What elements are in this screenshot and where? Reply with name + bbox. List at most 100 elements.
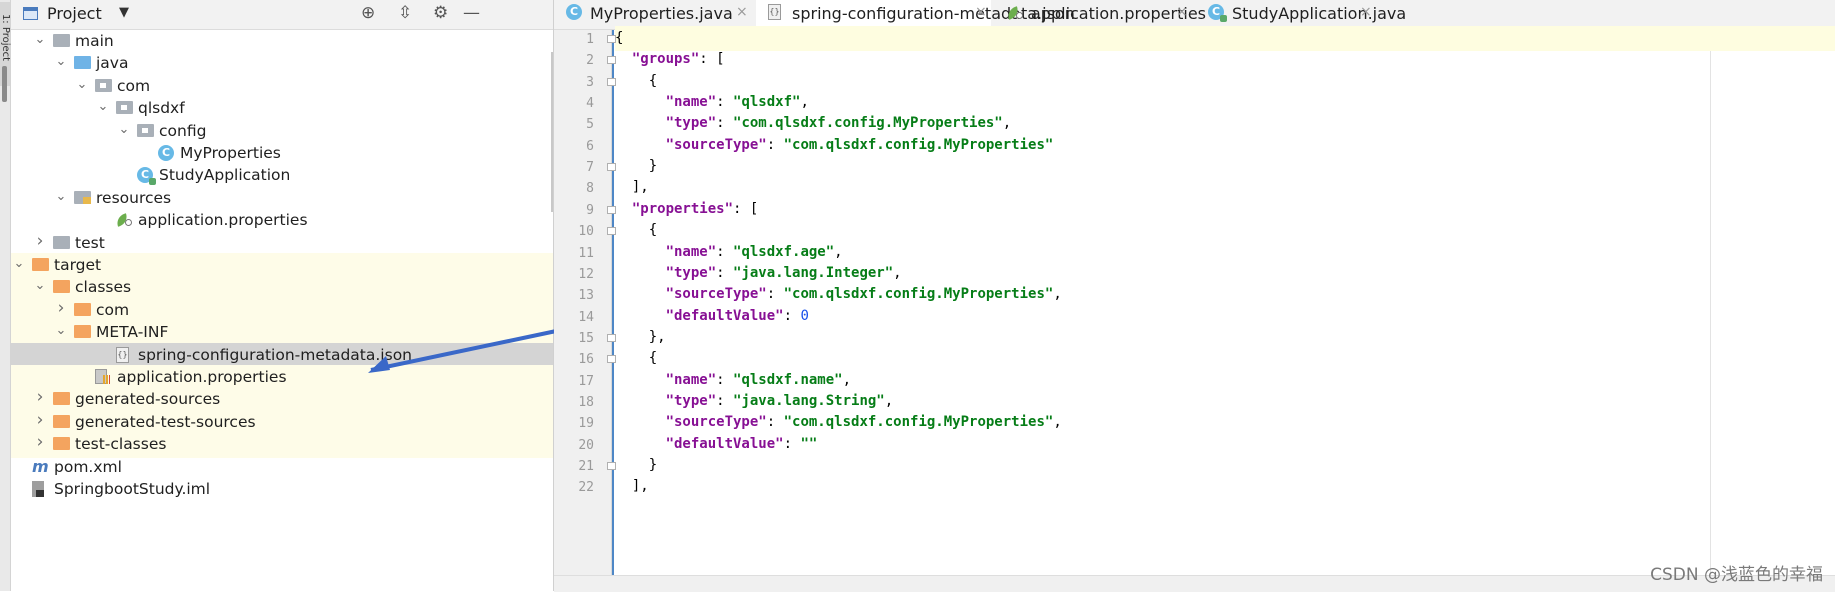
line-number: 11 xyxy=(578,245,594,261)
locate-icon[interactable]: ⊕ xyxy=(361,3,375,23)
chevron-down-icon[interactable]: ▼ xyxy=(119,5,129,20)
properties-file-icon xyxy=(95,369,110,385)
folder-orange-icon xyxy=(74,325,91,339)
fold-marker-icon[interactable] xyxy=(607,35,616,43)
fold-marker-icon[interactable] xyxy=(607,56,616,65)
fold-marker-icon[interactable] xyxy=(607,163,616,172)
close-icon[interactable]: × xyxy=(1360,4,1372,20)
chevron-down-icon[interactable]: ⌄ xyxy=(75,77,89,92)
project-window-icon xyxy=(23,7,38,20)
fold-marker-icon[interactable] xyxy=(607,355,616,364)
line-number: 4 xyxy=(586,96,594,112)
class-icon: C xyxy=(158,145,174,161)
tree-item-label: pom.xml xyxy=(54,457,122,476)
chevron-down-icon[interactable]: ⌄ xyxy=(12,256,26,271)
minimize-icon[interactable]: — xyxy=(463,3,480,23)
tree-item-label: target xyxy=(54,256,102,274)
line-number: 1 xyxy=(586,32,594,47)
tree-item-label: test-classes xyxy=(75,435,167,454)
tree-row[interactable]: SpringbootStudy.iml xyxy=(11,477,553,503)
resources-folder-icon xyxy=(74,190,91,204)
json-file-icon: {} xyxy=(768,4,781,20)
editor-tab[interactable]: C StudyApplication.java × xyxy=(1196,0,1406,29)
tree-item-label: application.properties xyxy=(138,211,308,230)
line-number: 10 xyxy=(578,224,594,240)
fold-marker-icon[interactable] xyxy=(607,205,616,214)
chevron-down-icon[interactable]: ⌄ xyxy=(54,54,68,69)
fold-marker-icon[interactable] xyxy=(607,333,616,342)
gear-icon[interactable]: ⚙ xyxy=(433,3,448,23)
line-number: 18 xyxy=(578,394,594,410)
line-number: 15 xyxy=(578,330,594,346)
editor-tab[interactable]: application.properties × xyxy=(995,0,1206,29)
maven-file-icon: m xyxy=(32,456,49,476)
line-number: 12 xyxy=(578,266,594,282)
chevron-right-icon[interactable]: › xyxy=(54,298,68,318)
fold-marker-icon[interactable] xyxy=(607,462,616,470)
chevron-right-icon[interactable]: › xyxy=(33,387,47,407)
folder-orange-icon xyxy=(32,258,49,271)
line-number: 22 xyxy=(578,480,594,496)
spring-properties-icon xyxy=(116,213,132,227)
line-number: 20 xyxy=(578,437,594,453)
folder-orange-icon xyxy=(53,392,70,406)
editor-tab-label: MyProperties.java xyxy=(590,4,733,23)
project-view-title[interactable]: Project xyxy=(47,4,102,23)
project-panel: Project ▼ ⊕ ⇳ ⚙ — ⌄ main ⌄ java ⌄ com ⌄ qlsdxf ⌄… xyxy=(11,0,562,591)
spring-class-icon: C xyxy=(137,167,156,186)
tool-window-strip: 1: Project xyxy=(0,0,11,591)
tree-item-label: application.properties xyxy=(117,368,287,386)
chevron-right-icon[interactable]: › xyxy=(33,410,47,430)
line-number: 7 xyxy=(586,160,594,176)
folder-orange-icon xyxy=(53,280,70,294)
package-icon xyxy=(95,78,112,92)
chevron-right-icon[interactable]: › xyxy=(33,231,47,251)
json-file-icon: {} xyxy=(116,346,129,363)
folder-orange-icon xyxy=(53,414,70,428)
chevron-down-icon[interactable]: ⌄ xyxy=(96,99,110,114)
close-icon[interactable]: × xyxy=(736,4,748,20)
annotation-arrow xyxy=(368,328,562,373)
chevron-right-icon[interactable]: › xyxy=(33,432,47,452)
line-number: 14 xyxy=(578,309,594,325)
project-tool-tab-label: 1: Project xyxy=(0,13,12,62)
tree-item-label: StudyApplication xyxy=(159,166,291,185)
collapse-icon[interactable]: ⇳ xyxy=(398,3,412,23)
folder-gray-icon xyxy=(53,34,70,47)
code-line[interactable]: ], xyxy=(615,474,1835,499)
close-icon[interactable]: × xyxy=(975,4,987,20)
chevron-down-icon[interactable]: ⌄ xyxy=(33,278,47,293)
tree-item-label: MyProperties xyxy=(180,144,281,162)
close-icon[interactable]: × xyxy=(1176,4,1188,20)
fold-marker-icon[interactable] xyxy=(607,227,616,236)
chevron-down-icon[interactable]: ⌄ xyxy=(54,189,68,204)
change-marker xyxy=(612,30,614,575)
chevron-down-icon[interactable]: ⌄ xyxy=(33,32,47,47)
spring-properties-icon xyxy=(1007,6,1023,20)
watermark: CSDN @浅蓝色的幸福 xyxy=(1650,565,1823,585)
tree-item-label: test xyxy=(75,233,105,252)
line-number: 19 xyxy=(578,416,594,432)
folder-orange-icon xyxy=(53,437,70,451)
line-number: 16 xyxy=(578,352,594,368)
chevron-down-icon[interactable]: ⌄ xyxy=(54,323,68,338)
editor-tab-label: StudyApplication.java xyxy=(1232,4,1407,23)
project-toolbar: Project ▼ ⊕ ⇳ ⚙ — xyxy=(11,0,553,30)
tree-item-label: classes xyxy=(75,278,132,297)
tree-item-label: com xyxy=(96,300,130,319)
line-number: 6 xyxy=(586,138,594,154)
spring-class-icon: C xyxy=(1208,4,1227,22)
chevron-down-icon[interactable]: ⌄ xyxy=(117,122,131,137)
tree-item-label: qlsdxf xyxy=(138,99,185,118)
line-number: 5 xyxy=(586,117,594,133)
editor-area: C MyProperties.java ×{} spring-configuratio… xyxy=(554,0,1835,592)
editor-tab[interactable]: {} spring-configuration-metadata.json × xyxy=(756,0,1075,29)
folder-gray-icon xyxy=(53,235,70,249)
editor-tab[interactable]: C MyProperties.java × xyxy=(554,0,752,29)
class-icon: C xyxy=(566,4,582,20)
line-number: 13 xyxy=(578,288,594,304)
line-number: 2 xyxy=(586,53,594,69)
code-editor[interactable]: 1{2 "groups": [3 {4 "name": "qlsdxf", 5 "… xyxy=(578,26,1835,575)
horizontal-scrollbar[interactable] xyxy=(554,575,1835,592)
fold-marker-icon[interactable] xyxy=(607,77,616,86)
